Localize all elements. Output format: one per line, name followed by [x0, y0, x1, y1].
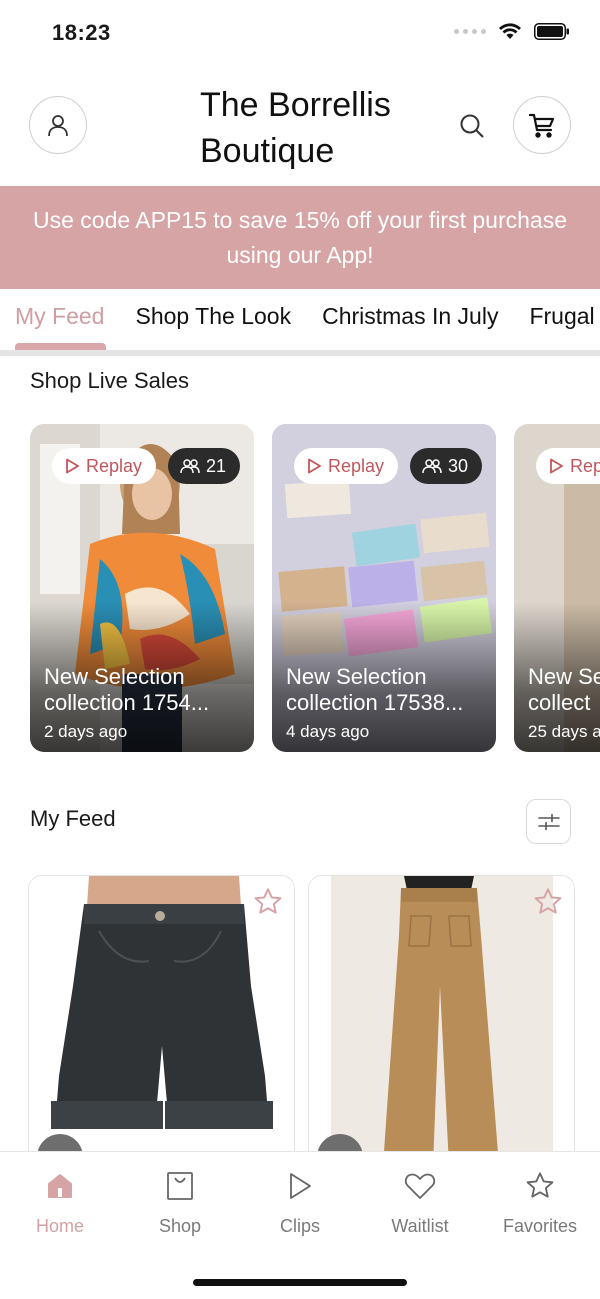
cart-icon [528, 113, 555, 138]
status-time: 18:23 [52, 20, 111, 45]
play-icon [290, 1173, 311, 1199]
tab-frugal[interactable]: Frugal [529, 301, 594, 341]
replay-label: Replay [328, 455, 385, 476]
cart-button[interactable] [513, 96, 571, 154]
viewer-count: 30 [448, 455, 469, 476]
live-sale-time: 4 days ago [286, 722, 370, 741]
play-icon [66, 458, 79, 474]
status-indicators [454, 22, 570, 40]
replay-label: Replay [570, 455, 600, 476]
brand-title-line1: The Borrellis [200, 86, 391, 124]
nav-clips[interactable]: Clips [240, 1168, 360, 1237]
live-sale-card[interactable]: Replay 30 New Selection collection 17538… [272, 424, 496, 752]
title-line2: collection 1754... [44, 690, 210, 715]
home-indicator[interactable] [193, 1279, 407, 1286]
promo-text: Use code APP15 to save 15% off your firs… [33, 206, 567, 268]
nav-clips-label: Clips [279, 1216, 320, 1236]
tabs-divider [0, 350, 600, 356]
feed-heading: My Feed [30, 806, 116, 831]
live-sale-card[interactable]: Replay 21 New Selection collection 1754.… [30, 424, 254, 752]
tab-shop-the-look[interactable]: Shop The Look [135, 301, 291, 341]
favorite-button[interactable] [530, 884, 566, 920]
shopping-bag-icon [167, 1172, 193, 1200]
bottom-navigation: Home Shop Clips Waitlist Favorites [0, 1151, 600, 1299]
live-sale-title: New Se collect [528, 664, 600, 716]
viewer-count: 21 [206, 455, 227, 476]
play-icon [308, 458, 321, 474]
title-line1: New Selection [44, 664, 185, 689]
title-line2: collect [528, 690, 591, 715]
replay-button[interactable]: Replay [536, 448, 600, 484]
viewers-icon [422, 459, 442, 474]
nav-shop-label: Shop [158, 1216, 202, 1236]
star-icon [526, 1172, 554, 1198]
status-bar: 18:23 [0, 0, 600, 66]
brand-title-line2: Boutique [200, 132, 335, 170]
profile-button[interactable] [29, 96, 87, 154]
star-outline-icon [534, 888, 562, 914]
filter-button[interactable] [526, 799, 571, 844]
live-sale-time: 25 days a [528, 722, 600, 741]
product-card[interactable] [28, 875, 295, 1165]
signal-icon [454, 28, 486, 34]
filter-sliders-icon [537, 813, 560, 830]
nav-home[interactable]: Home [0, 1168, 120, 1237]
viewers-badge: 30 [410, 448, 483, 484]
nav-waitlist-label: Waitlist [391, 1216, 449, 1236]
active-tab-indicator [15, 343, 106, 350]
replay-label: Replay [86, 455, 143, 476]
user-icon [48, 115, 68, 137]
live-sales-heading: Shop Live Sales [30, 368, 189, 393]
search-icon [460, 114, 484, 138]
search-button[interactable] [456, 110, 488, 142]
nav-favorites[interactable]: Favorites [480, 1168, 600, 1237]
live-sales-carousel[interactable]: Replay 21 New Selection collection 1754.… [30, 424, 600, 752]
title-line1: New Selection [286, 664, 427, 689]
live-sale-title: New Selection collection 1754... [44, 664, 244, 716]
star-outline-icon [254, 888, 282, 914]
live-sale-time: 2 days ago [44, 722, 128, 741]
replay-button[interactable]: Replay [294, 448, 399, 484]
play-icon [550, 458, 563, 474]
wifi-icon [499, 23, 521, 39]
nav-waitlist[interactable]: Waitlist [360, 1168, 480, 1237]
tab-christmas-in-july[interactable]: Christmas In July [322, 301, 498, 341]
replay-button[interactable]: Replay [52, 448, 157, 484]
brand-title: The Borrellis Boutique [200, 82, 460, 174]
live-sale-card[interactable]: Replay New Se collect 25 days a [514, 424, 600, 752]
nav-favorites-label: Favorites [502, 1216, 578, 1236]
viewers-badge: 21 [168, 448, 241, 484]
title-line2: collection 17538... [286, 690, 464, 715]
home-icon [48, 1174, 72, 1198]
nav-home-label: Home [35, 1216, 84, 1236]
product-card[interactable] [308, 875, 575, 1165]
promo-banner[interactable]: Use code APP15 to save 15% off your firs… [0, 186, 600, 289]
tab-my-feed[interactable]: My Feed [15, 301, 104, 341]
heart-icon [404, 1173, 436, 1199]
app-header: The Borrellis Boutique [0, 66, 600, 186]
viewers-icon [180, 459, 200, 474]
nav-shop[interactable]: Shop [120, 1168, 240, 1237]
battery-icon [534, 22, 569, 40]
title-line1: New Se [528, 664, 600, 689]
favorite-button[interactable] [250, 884, 286, 920]
live-sale-title: New Selection collection 17538... [286, 664, 486, 716]
